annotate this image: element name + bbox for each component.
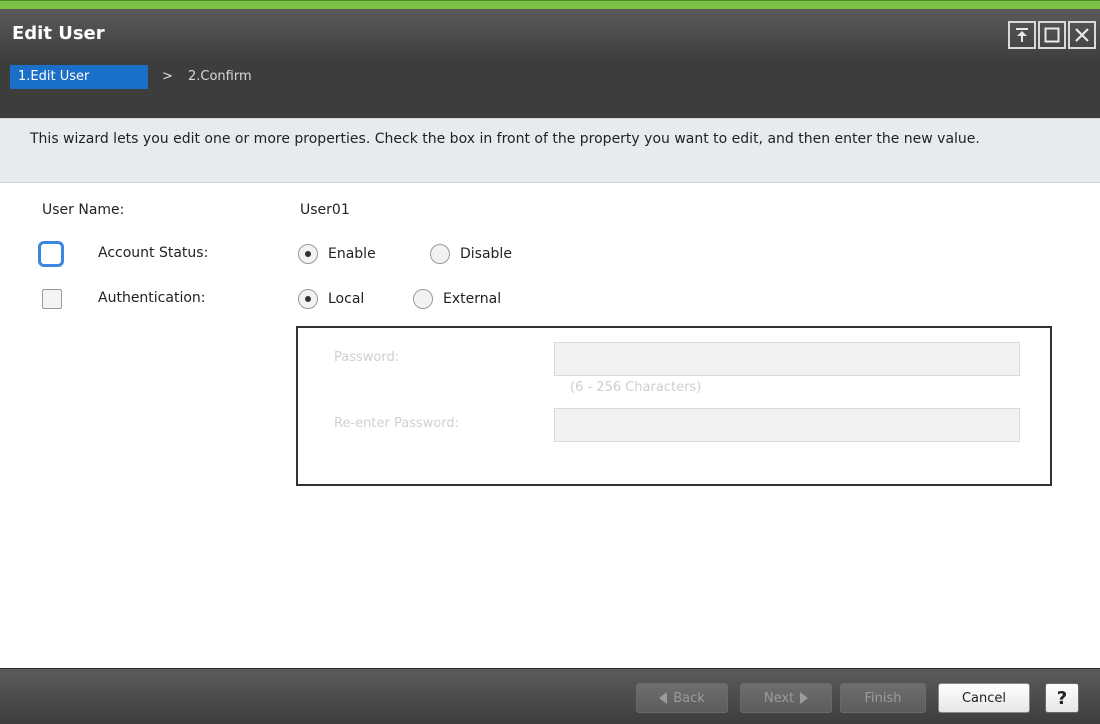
edit-user-dialog: Edit User 1.Edit User > 2.Confirm This w… (0, 0, 1100, 724)
window-controls (1008, 21, 1096, 49)
enable-radio[interactable]: Enable (298, 244, 376, 264)
cancel-button-label: Cancel (961, 690, 1007, 706)
next-button[interactable]: Next (740, 683, 832, 713)
user-name-label: User Name: (42, 202, 125, 218)
pin-icon[interactable] (1008, 21, 1036, 49)
external-radio-label: External (443, 291, 502, 307)
back-arrow-icon (659, 692, 668, 704)
local-radio-label: Local (328, 291, 365, 307)
authentication-checkbox[interactable] (42, 289, 62, 309)
wizard-steps: 1.Edit User > 2.Confirm (0, 59, 1100, 118)
password-label: Password: (334, 350, 400, 365)
disable-radio-label: Disable (460, 246, 512, 262)
next-button-label: Next (763, 690, 795, 706)
title-bar: Edit User (0, 9, 1100, 59)
next-arrow-icon (800, 692, 809, 704)
cancel-button[interactable]: Cancel (938, 683, 1030, 713)
top-accent-bar (0, 0, 1100, 9)
local-radio-dot[interactable] (298, 289, 318, 309)
password-group: Password: (6 - 256 Characters) Re-enter … (296, 326, 1052, 486)
local-radio[interactable]: Local (298, 289, 364, 309)
back-button[interactable]: Back (636, 683, 728, 713)
enable-radio-label: Enable (328, 246, 376, 262)
password-input[interactable] (554, 342, 1020, 376)
step-confirm: 2.Confirm (188, 69, 252, 84)
finish-button-label: Finish (864, 690, 902, 706)
step-edit-user[interactable]: 1.Edit User (10, 65, 148, 89)
back-button-label: Back (673, 690, 705, 706)
step-separator: > (162, 69, 173, 84)
help-button[interactable]: ? (1045, 683, 1079, 713)
reenter-password-label: Re-enter Password: (334, 416, 460, 431)
authentication-label: Authentication: (98, 290, 206, 306)
dialog-footer: Back Next Finish Cancel ? (0, 668, 1100, 724)
external-radio-dot[interactable] (413, 289, 433, 309)
user-name-value: User01 (300, 202, 350, 218)
external-radio[interactable]: External (413, 289, 501, 309)
close-icon[interactable] (1068, 21, 1096, 49)
maximize-icon[interactable] (1038, 21, 1066, 49)
finish-button[interactable]: Finish (840, 683, 926, 713)
password-length-hint: (6 - 256 Characters) (570, 380, 702, 395)
account-status-label: Account Status: (98, 245, 209, 261)
wizard-instructions: This wizard lets you edit one or more pr… (0, 118, 1100, 183)
enable-radio-dot[interactable] (298, 244, 318, 264)
disable-radio[interactable]: Disable (430, 244, 512, 264)
help-icon: ? (1056, 687, 1068, 709)
account-status-checkbox[interactable] (38, 241, 64, 267)
reenter-password-input[interactable] (554, 408, 1020, 442)
disable-radio-dot[interactable] (430, 244, 450, 264)
dialog-title: Edit User (12, 23, 105, 44)
